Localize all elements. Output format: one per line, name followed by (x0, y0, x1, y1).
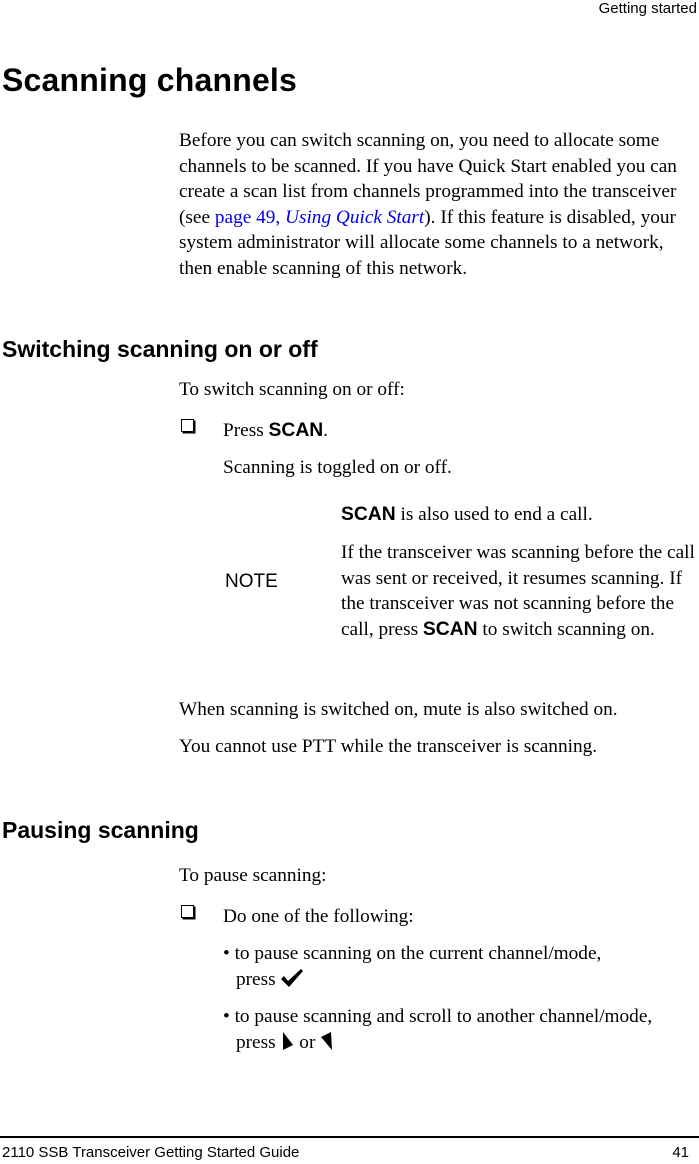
footer-divider (0, 1136, 699, 1138)
note-line-1: SCAN is also used to end a call. (341, 502, 699, 528)
list-item: • to pause scanning on the current chann… (223, 941, 699, 995)
scan-key-label: SCAN (341, 504, 396, 525)
note-line-2: If the transceiver was scanning before t… (341, 540, 699, 642)
note-text: is also used to end a call. (395, 504, 593, 525)
cross-reference-link[interactable]: page 49, Using Quick Start (215, 207, 424, 228)
step-checkbox-icon (181, 419, 194, 432)
footer-document-title: 2110 SSB Transceiver Getting Started Gui… (2, 1144, 300, 1161)
scan-key-label: SCAN (268, 420, 324, 441)
ptt-info: You cannot use PTT while the transceiver… (179, 736, 598, 757)
link-title[interactable]: Using Quick Start (285, 207, 424, 228)
or-text: or (299, 1031, 316, 1053)
press-text: press (236, 1031, 276, 1053)
switching-lead: To switch scanning on or off: (179, 379, 405, 400)
check-key-icon (280, 968, 304, 996)
mute-info: When scanning is switched on, mute is al… (179, 699, 618, 720)
note-label: NOTE (225, 571, 278, 592)
bullet-continuation: press (223, 967, 699, 996)
pausing-lead: To pause scanning: (179, 865, 327, 886)
link-page[interactable]: page 49, (215, 207, 285, 228)
switching-step: Press SCAN. (223, 418, 328, 444)
bullet-text: • to pause scanning and scroll to anothe… (223, 1006, 653, 1027)
bullet-continuation: press or (223, 1030, 699, 1059)
section-heading-pausing: Pausing scanning (2, 817, 199, 843)
step-suffix: . (323, 420, 328, 441)
step-prefix: Press (223, 420, 269, 441)
step-checkbox-icon (181, 905, 194, 918)
switching-result: Scanning is toggled on or off. (223, 457, 452, 478)
page-number: 41 (672, 1144, 689, 1161)
intro-paragraph: Before you can switch scanning on, you n… (179, 128, 699, 281)
scroll-down-arrow-icon (280, 1031, 294, 1059)
bullet-text: • to pause scanning on the current chann… (223, 943, 602, 964)
running-header: Getting started (598, 0, 697, 17)
scroll-up-arrow-icon (320, 1031, 334, 1059)
press-text: press (236, 968, 276, 990)
note-text: to switch scanning on. (477, 618, 655, 640)
pausing-step: Do one of the following: (223, 906, 414, 927)
list-item: • to pause scanning and scroll to anothe… (223, 1004, 699, 1058)
section-heading-switching: Switching scanning on or off (2, 336, 318, 362)
page-title: Scanning channels (2, 62, 298, 98)
scan-key-label: SCAN (422, 618, 478, 640)
